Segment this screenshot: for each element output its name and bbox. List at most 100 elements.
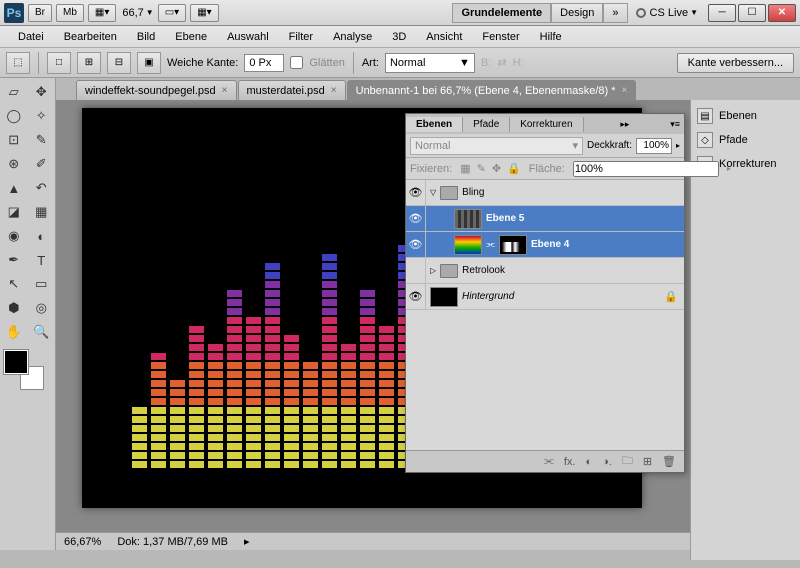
blur-tool[interactable]: ◉	[1, 225, 27, 247]
chevron-down-icon[interactable]: ▼	[146, 8, 154, 17]
disclosure-closed-icon[interactable]: ▷	[430, 266, 436, 275]
close-icon[interactable]: ×	[222, 85, 228, 96]
visibility-icon[interactable]: 👁	[406, 232, 426, 258]
layer-thumbnail[interactable]	[430, 287, 458, 307]
shape-tool[interactable]: ▭	[29, 273, 55, 295]
new-layer-button[interactable]: ⊞	[643, 455, 652, 468]
layer-ebene-4[interactable]: 👁 ⫘Ebene 4	[406, 232, 684, 258]
lock-image-icon[interactable]: ✎	[477, 162, 486, 175]
refine-edge-button[interactable]: Kante verbessern...	[677, 53, 794, 73]
lock-transparent-icon[interactable]: ▦	[460, 162, 470, 175]
status-zoom[interactable]: 66,67%	[64, 536, 101, 548]
layers-tab[interactable]: Ebenen	[406, 117, 463, 132]
visibility-icon[interactable]: 👁	[406, 206, 426, 232]
new-selection-button[interactable]: □	[47, 52, 71, 74]
zoom-tool[interactable]: 🔍	[29, 321, 55, 343]
tool-preset-button[interactable]: ⬚	[6, 52, 30, 74]
magic-wand-tool[interactable]: ✧	[29, 105, 55, 127]
history-brush-tool[interactable]: ↶	[29, 177, 55, 199]
mask-thumbnail[interactable]	[499, 235, 527, 255]
maximize-button[interactable]: ☐	[738, 4, 766, 22]
add-selection-button[interactable]: ⊞	[77, 52, 101, 74]
3d-tool[interactable]: ⬢	[1, 297, 27, 319]
layer-mask-button[interactable]: ◐	[585, 456, 592, 468]
type-tool[interactable]: T	[29, 249, 55, 271]
gradient-tool[interactable]: ▦	[29, 201, 55, 223]
eyedropper-tool[interactable]: ✎	[29, 129, 55, 151]
workspace-essentials[interactable]: Grundelemente	[452, 3, 551, 23]
menu-bearbeiten[interactable]: Bearbeiten	[54, 31, 127, 43]
opacity-input[interactable]	[636, 138, 672, 154]
pen-tool[interactable]: ✒	[1, 249, 27, 271]
disclosure-open-icon[interactable]: ▽	[430, 188, 436, 197]
visibility-icon[interactable]: 👁	[406, 180, 426, 206]
minibridge-button[interactable]: Mb	[56, 4, 84, 22]
group-retrolook[interactable]: ▷Retrolook	[406, 258, 684, 284]
heal-tool[interactable]: ⊛	[1, 153, 27, 175]
lasso-tool[interactable]: ◯	[1, 105, 27, 127]
fill-input[interactable]	[573, 161, 719, 177]
status-doc[interactable]: Dok: 1,37 MB/7,69 MB	[117, 536, 228, 548]
close-button[interactable]: ✕	[768, 4, 796, 22]
menu-filter[interactable]: Filter	[279, 31, 323, 43]
menu-ansicht[interactable]: Ansicht	[416, 31, 472, 43]
chevron-right-icon[interactable]: ▸	[727, 164, 731, 173]
bridge-button[interactable]: Br	[28, 4, 52, 22]
group-bling[interactable]: 👁 ▽Bling	[406, 180, 684, 206]
foreground-color[interactable]	[4, 350, 28, 374]
adjustment-layer-button[interactable]: ◑.	[602, 456, 612, 468]
eraser-tool[interactable]: ◪	[1, 201, 27, 223]
visibility-icon[interactable]: 👁	[406, 284, 426, 310]
subtract-selection-button[interactable]: ⊟	[107, 52, 131, 74]
panel-menu-icon[interactable]: ▾≡	[666, 119, 684, 130]
layout-button[interactable]: ▦▾	[88, 4, 116, 22]
lock-all-icon[interactable]: 🔒	[507, 162, 521, 175]
move-tool[interactable]: ▱	[1, 81, 27, 103]
menu-bild[interactable]: Bild	[127, 31, 165, 43]
layer-ebene-5[interactable]: 👁 Ebene 5	[406, 206, 684, 232]
paths-tab[interactable]: Pfade	[463, 117, 510, 132]
close-icon[interactable]: ×	[331, 85, 337, 96]
screen-mode-button[interactable]: ▭▾	[158, 4, 186, 22]
zoom-display[interactable]: 66,7	[122, 7, 143, 19]
marquee-tool[interactable]: ✥	[29, 81, 55, 103]
dodge-tool[interactable]: ◐	[29, 225, 55, 247]
menu-datei[interactable]: Datei	[8, 31, 54, 43]
antialias-checkbox[interactable]	[290, 56, 303, 69]
workspace-more[interactable]: »	[603, 3, 627, 23]
delete-layer-button[interactable]: 🗑	[662, 455, 676, 468]
lock-position-icon[interactable]: ✥	[492, 162, 501, 175]
menu-fenster[interactable]: Fenster	[472, 31, 529, 43]
crop-tool[interactable]: ⊡	[1, 129, 27, 151]
color-swatch[interactable]	[4, 350, 44, 390]
layer-thumbnail[interactable]	[454, 209, 482, 229]
menu-hilfe[interactable]: Hilfe	[530, 31, 572, 43]
path-select-tool[interactable]: ↖	[1, 273, 27, 295]
workspace-design[interactable]: Design	[551, 3, 603, 23]
new-group-button[interactable]: 🗀	[622, 452, 633, 471]
layer-style-button[interactable]: fx.	[564, 456, 576, 468]
menu-analyse[interactable]: Analyse	[323, 31, 382, 43]
cs-live-button[interactable]: CS Live ▼	[636, 7, 698, 19]
brush-tool[interactable]: ✐	[29, 153, 55, 175]
chevron-right-icon[interactable]: ▸	[244, 535, 250, 548]
stamp-tool[interactable]: ▲	[1, 177, 27, 199]
menu-ebene[interactable]: Ebene	[165, 31, 217, 43]
feather-input[interactable]	[244, 54, 284, 72]
panel-more-icon[interactable]: ▸▸	[616, 119, 633, 130]
extras-button[interactable]: ▦▾	[190, 4, 218, 22]
close-icon[interactable]: ×	[622, 85, 628, 96]
tab-windeffekt[interactable]: windeffekt-soundpegel.psd×	[76, 80, 237, 100]
blend-mode-select[interactable]: Normal▾	[410, 137, 583, 155]
panel-ebenen[interactable]: ▤Ebenen	[695, 104, 796, 128]
layer-thumbnail[interactable]	[454, 235, 482, 255]
menu-3d[interactable]: 3D	[382, 31, 416, 43]
3d-camera-tool[interactable]: ◎	[29, 297, 55, 319]
tab-unbenannt[interactable]: Unbenannt-1 bei 66,7% (Ebene 4, Ebenenma…	[347, 80, 637, 100]
link-layers-button[interactable]: ⫘	[544, 455, 554, 468]
visibility-icon[interactable]	[406, 258, 426, 284]
style-select[interactable]: Normal▼	[385, 53, 475, 73]
intersect-selection-button[interactable]: ▣	[137, 52, 161, 74]
hand-tool[interactable]: ✋	[1, 321, 27, 343]
adjustments-tab[interactable]: Korrekturen	[510, 117, 583, 132]
